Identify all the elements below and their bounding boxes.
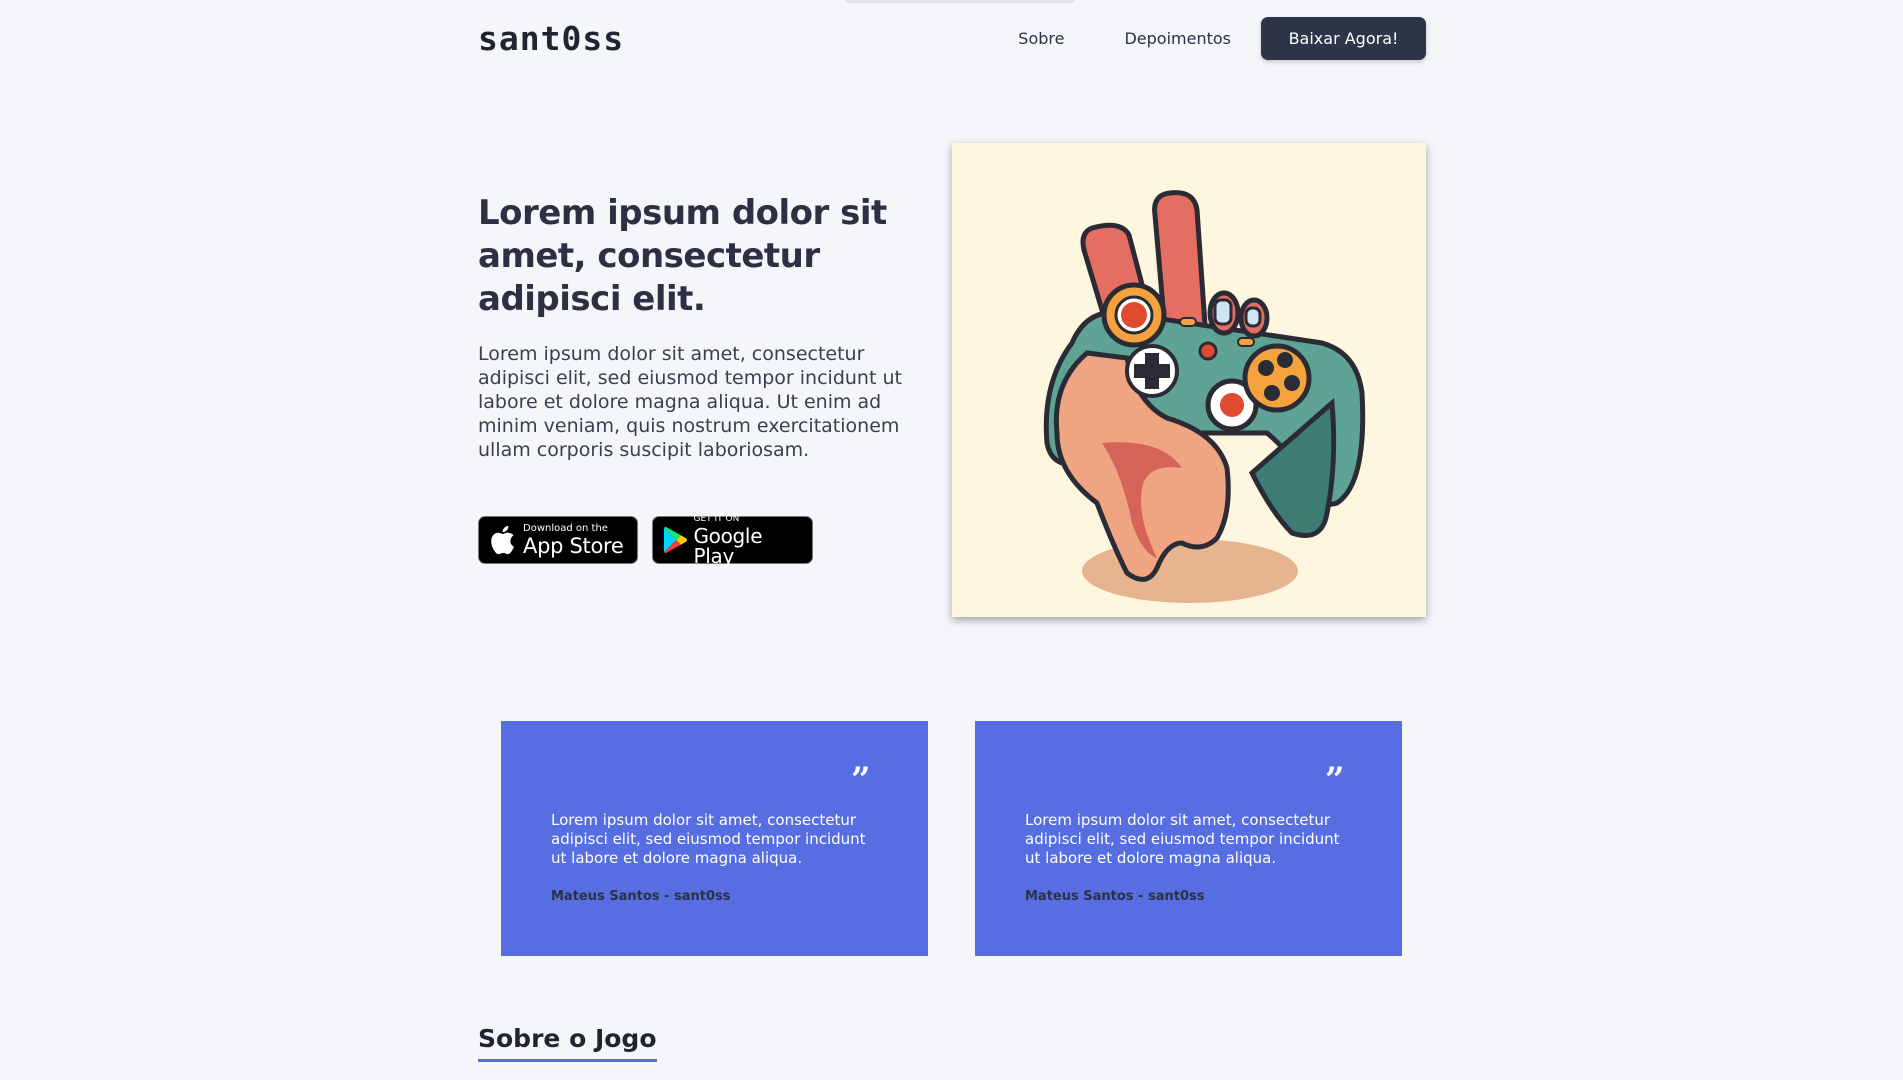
google-play-badge[interactable]: GET IT ON Google Play bbox=[652, 513, 813, 568]
testimonial-author: Mateus Santos - sant0ss bbox=[1025, 889, 1205, 904]
nav-link-sobre[interactable]: Sobre bbox=[1018, 29, 1064, 48]
googleplay-big-text: Google Play bbox=[693, 523, 763, 568]
download-now-button[interactable]: Baixar Agora! bbox=[1261, 17, 1426, 60]
appstore-small-text: Download on the bbox=[523, 522, 608, 534]
apple-icon bbox=[491, 525, 514, 555]
app-store-badge[interactable]: Download on the App Store bbox=[478, 516, 638, 564]
hero-description: Lorem ipsum dolor sit amet, consectetur … bbox=[478, 343, 902, 461]
main-nav: Sobre Depoimentos Baixar Agora! bbox=[1018, 17, 1426, 60]
nav-link-depoimentos[interactable]: Depoimentos bbox=[1124, 29, 1231, 48]
testimonial-card: ” Lorem ipsum dolor sit amet, consectetu… bbox=[501, 721, 928, 956]
googleplay-small-text: GET IT ON bbox=[693, 513, 740, 524]
store-badges: Download on the App Store GET IT ON Goog… bbox=[478, 513, 813, 568]
hand-controller-illustration bbox=[1043, 190, 1366, 603]
quote-icon: ” bbox=[1325, 760, 1345, 800]
hero-illustration bbox=[952, 143, 1426, 617]
google-play-icon bbox=[663, 526, 687, 554]
about-section-title: Sobre o Jogo bbox=[478, 1024, 657, 1062]
quote-icon: ” bbox=[851, 760, 871, 800]
site-header: sant0ss Sobre Depoimentos Baixar Agora! bbox=[478, 15, 1426, 62]
hero-title: Lorem ipsum dolor sit amet, consectetur … bbox=[478, 193, 887, 319]
testimonial-card: ” Lorem ipsum dolor sit amet, consectetu… bbox=[975, 721, 1402, 956]
testimonial-author: Mateus Santos - sant0ss bbox=[551, 889, 731, 904]
top-decoration bbox=[845, 0, 1075, 3]
testimonial-text: Lorem ipsum dolor sit amet, consectetur … bbox=[1025, 811, 1340, 867]
appstore-big-text: App Store bbox=[523, 533, 624, 558]
logo[interactable]: sant0ss bbox=[478, 19, 624, 58]
testimonial-text: Lorem ipsum dolor sit amet, consectetur … bbox=[551, 811, 866, 867]
